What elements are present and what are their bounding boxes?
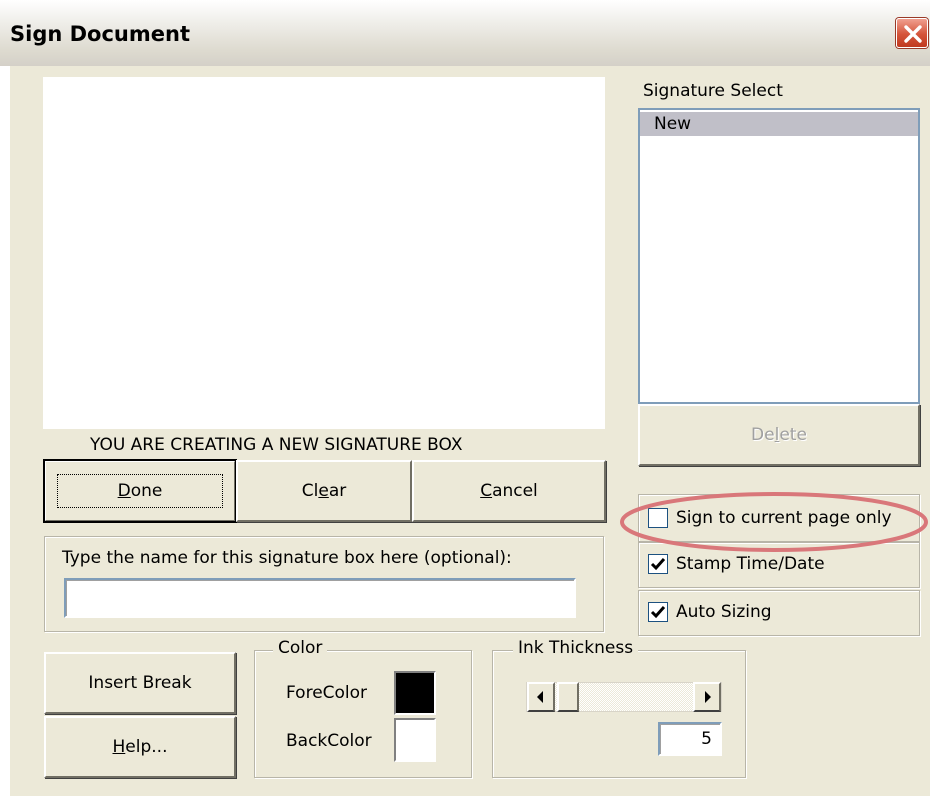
done-focus-rect: Done bbox=[56, 474, 224, 508]
arrow-right-icon bbox=[705, 691, 711, 703]
checkmark-icon bbox=[650, 606, 666, 619]
clear-label: Clear bbox=[301, 481, 347, 501]
auto-sizing-label[interactable]: Auto Sizing bbox=[676, 601, 772, 623]
backcolor-label: BackColor bbox=[286, 731, 372, 751]
name-field-label: Type the name for this signature box her… bbox=[62, 548, 512, 568]
signature-select-list[interactable]: New bbox=[638, 108, 920, 404]
ink-thickness-scrollbar[interactable] bbox=[526, 682, 722, 712]
scroll-thumb[interactable] bbox=[557, 682, 579, 712]
sign-current-page-label[interactable]: Sign to current page only bbox=[676, 507, 892, 529]
ink-thickness-group-box bbox=[492, 650, 746, 778]
signature-pad[interactable] bbox=[43, 77, 605, 429]
checkmark-icon bbox=[650, 558, 666, 571]
forecolor-label: ForeColor bbox=[286, 683, 368, 703]
delete-label: Delete bbox=[751, 425, 807, 445]
color-group-box bbox=[254, 650, 472, 778]
insert-break-button[interactable]: Insert Break bbox=[44, 652, 236, 714]
color-group-label: Color bbox=[273, 638, 328, 658]
close-icon bbox=[904, 25, 922, 43]
cancel-label: Cancel bbox=[480, 481, 538, 501]
cancel-button[interactable]: Cancel bbox=[412, 460, 606, 522]
done-button[interactable]: Done bbox=[43, 459, 237, 523]
forecolor-swatch[interactable] bbox=[394, 671, 436, 715]
clear-button[interactable]: Clear bbox=[236, 460, 412, 522]
ink-thickness-group-label: Ink Thickness bbox=[513, 638, 639, 658]
scroll-left-button[interactable] bbox=[527, 682, 555, 712]
signature-select-label: Signature Select bbox=[643, 81, 783, 101]
stamp-time-date-label[interactable]: Stamp Time/Date bbox=[676, 553, 825, 575]
stamp-time-date-checkbox[interactable] bbox=[648, 554, 668, 574]
dialog-client-area: YOU ARE CREATING A NEW SIGNATURE BOX Don… bbox=[10, 66, 930, 796]
backcolor-swatch[interactable] bbox=[394, 718, 436, 762]
status-message: YOU ARE CREATING A NEW SIGNATURE BOX bbox=[90, 435, 463, 455]
auto-sizing-checkbox[interactable] bbox=[648, 602, 668, 622]
list-item[interactable]: New bbox=[640, 112, 918, 136]
dialog-title: Sign Document bbox=[10, 22, 190, 46]
ink-thickness-value[interactable]: 5 bbox=[658, 722, 722, 756]
help-label: Help... bbox=[112, 737, 168, 757]
title-bar[interactable]: Sign Document bbox=[0, 0, 930, 66]
sign-current-page-checkbox[interactable] bbox=[648, 508, 668, 528]
close-button[interactable] bbox=[896, 18, 928, 48]
sign-document-dialog: Sign Document YOU ARE CREATING A NEW SIG… bbox=[0, 0, 930, 796]
arrow-left-icon bbox=[537, 691, 543, 703]
delete-button[interactable]: Delete bbox=[638, 404, 920, 466]
insert-break-label: Insert Break bbox=[88, 673, 192, 693]
scroll-right-button[interactable] bbox=[693, 682, 721, 712]
signature-name-input[interactable] bbox=[64, 578, 576, 618]
help-button[interactable]: Help... bbox=[44, 716, 236, 778]
